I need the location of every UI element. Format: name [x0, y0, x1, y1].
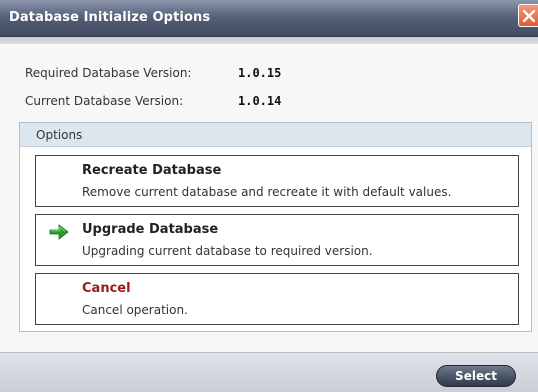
- required-version-value: 1.0.15: [238, 66, 282, 80]
- options-header-label: Options: [36, 128, 83, 142]
- select-button[interactable]: Select: [436, 365, 516, 387]
- options-header: Options: [20, 123, 531, 147]
- option-cancel[interactable]: Cancel Cancel operation.: [35, 273, 519, 325]
- option-title: Upgrade Database: [82, 222, 219, 237]
- required-version-row: Required Database Version: 1.0.15: [25, 66, 281, 82]
- option-recreate-database[interactable]: Recreate Database Remove current databas…: [35, 155, 519, 207]
- close-icon: [523, 10, 535, 22]
- dialog-window: Database Initialize Options Required Dat…: [0, 0, 538, 392]
- dialog-footer: Select: [0, 352, 538, 392]
- options-panel: Options Recreate Database Remove current…: [19, 122, 532, 332]
- option-title: Recreate Database: [82, 163, 222, 178]
- window-title: Database Initialize Options: [9, 10, 211, 25]
- current-version-row: Current Database Version: 1.0.14: [25, 94, 281, 110]
- dialog-content: Required Database Version: 1.0.15 Current…: [0, 44, 538, 352]
- option-description: Remove current database and recreate it …: [82, 185, 452, 199]
- current-version-value: 1.0.14: [238, 94, 282, 108]
- option-description: Cancel operation.: [82, 303, 188, 317]
- option-title: Cancel: [82, 281, 131, 296]
- option-upgrade-database[interactable]: Upgrade Database Upgrading current datab…: [35, 214, 519, 266]
- option-description: Upgrading current database to required v…: [82, 244, 373, 258]
- required-version-label: Required Database Version:: [25, 66, 192, 80]
- close-button[interactable]: [518, 4, 538, 27]
- title-bar[interactable]: Database Initialize Options: [0, 0, 538, 37]
- current-version-label: Current Database Version:: [25, 94, 184, 108]
- title-band: [0, 37, 538, 44]
- arrow-right-icon: [49, 224, 69, 240]
